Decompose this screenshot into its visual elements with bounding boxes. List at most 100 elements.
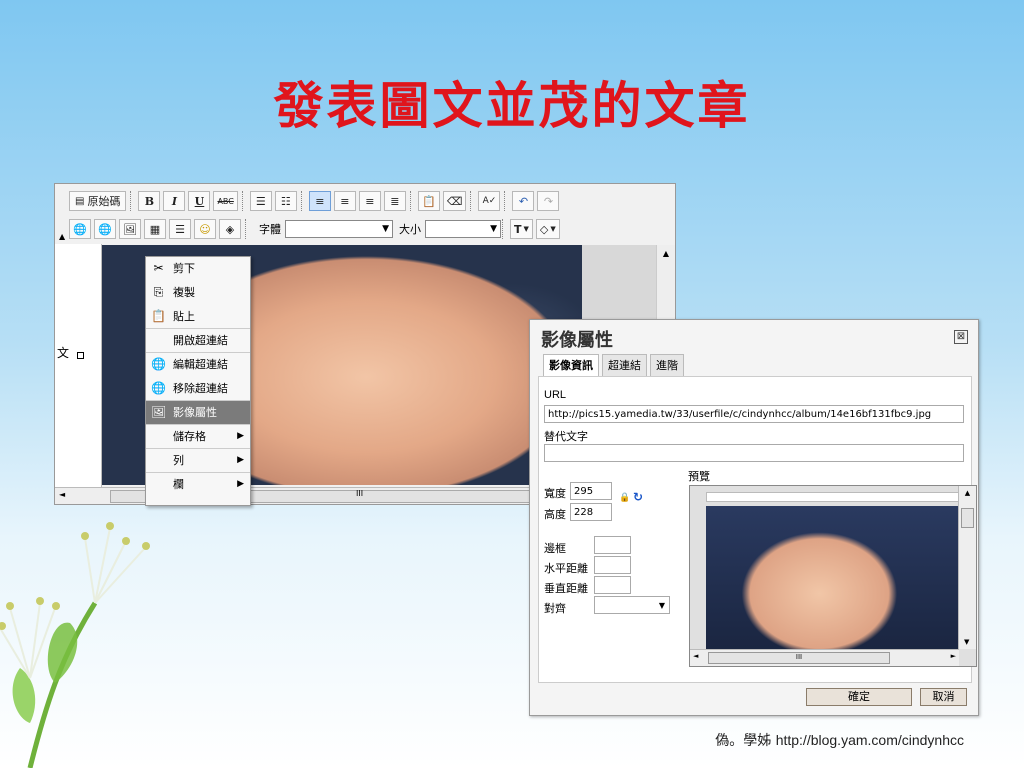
submenu-arrow-icon: ▶ xyxy=(237,455,244,465)
cancel-button[interactable]: 取消 xyxy=(920,688,967,706)
horizontal-rule-icon[interactable]: ☰ xyxy=(169,219,191,239)
chevron-down-icon: ▼ xyxy=(523,225,529,233)
menu-item-image-properties[interactable]: 🖼 影像屬性 xyxy=(146,401,250,425)
resize-handle[interactable] xyxy=(77,352,84,359)
height-label: 高度 xyxy=(544,508,566,521)
submenu-arrow-icon: ▶ xyxy=(237,431,244,441)
element-path-rail: 文 xyxy=(55,244,102,487)
undo-icon[interactable]: ↶ xyxy=(512,191,535,211)
underline-button[interactable]: U xyxy=(188,191,211,211)
table-icon[interactable]: ▦ xyxy=(144,219,166,239)
smiley-icon[interactable]: ☺ xyxy=(194,219,216,239)
height-field[interactable]: 228 xyxy=(570,503,612,521)
image-icon: 🖼 xyxy=(151,405,167,419)
url-field[interactable]: http://pics15.yamedia.tw/33/userfile/c/c… xyxy=(544,405,964,423)
unordered-list-icon[interactable]: ☷ xyxy=(274,191,297,211)
font-select[interactable]: ▼ xyxy=(285,220,393,238)
slide-footer: 偽。學姊 http://blog.yam.com/cindynhcc xyxy=(715,730,964,750)
lock-icon[interactable]: 🔒 xyxy=(619,493,630,503)
reset-size-icon[interactable]: ↻ xyxy=(633,490,643,504)
menu-item-cell[interactable]: 儲存格 ▶ xyxy=(146,425,250,449)
scroll-thumb[interactable]: III xyxy=(708,652,890,664)
slide-title: 發表圖文並茂的文章 xyxy=(273,76,751,135)
footer-url[interactable]: http://blog.yam.com/cindynhcc xyxy=(776,732,964,748)
align-left-icon[interactable]: ≡ xyxy=(308,191,331,211)
border-field[interactable] xyxy=(594,536,631,554)
scroll-down-icon[interactable]: ▼ xyxy=(964,638,969,646)
menu-item-open-link[interactable]: 開啟超連結 xyxy=(146,329,250,353)
scroll-left-icon[interactable]: ◄ xyxy=(693,652,698,660)
vspace-label: 垂直距離 xyxy=(544,582,588,595)
globe-unlink-icon: 🌐 xyxy=(151,381,166,395)
menu-item-cut[interactable]: ✂ 剪下 xyxy=(146,257,250,281)
scroll-up-icon[interactable]: ▲ xyxy=(657,249,675,258)
rail-char: 文 xyxy=(57,346,70,360)
chevron-down-icon: ▼ xyxy=(658,601,665,610)
menu-item-label: 移除超連結 xyxy=(173,382,228,395)
size-select[interactable]: ▼ xyxy=(425,220,501,238)
toolbar-separator xyxy=(300,191,305,211)
menu-item-label: 儲存格 xyxy=(173,430,206,443)
menu-item-remove-link[interactable]: 🌐 移除超連結 xyxy=(146,377,250,401)
source-button[interactable]: ▤ 原始碼 xyxy=(69,191,127,211)
menu-item-paste[interactable]: 📋 貼上 xyxy=(146,305,250,329)
width-field[interactable]: 295 xyxy=(570,482,612,500)
toolbar-separator xyxy=(504,191,508,211)
tab-advanced[interactable]: 進階 xyxy=(650,354,684,377)
menu-item-copy[interactable]: ⎘ 複製 xyxy=(146,281,250,305)
text-color-button[interactable]: T ▼ xyxy=(510,219,533,239)
strikethrough-button[interactable]: ABC xyxy=(213,191,238,211)
menu-item-edit-link[interactable]: 🌐 編輯超連結 xyxy=(146,353,250,377)
ordered-list-icon[interactable]: ☰ xyxy=(249,191,272,211)
paste-word-icon[interactable]: 📋 xyxy=(417,191,440,211)
toolbar-separator xyxy=(502,219,506,239)
toolbar-separator xyxy=(470,191,474,211)
menu-item-label: 複製 xyxy=(173,286,195,299)
toolbar-separator xyxy=(130,191,134,211)
image-icon[interactable]: 🖼 xyxy=(119,219,141,239)
vspace-field[interactable] xyxy=(594,576,631,594)
close-icon[interactable]: ⊠ xyxy=(954,330,968,344)
align-select[interactable]: ▼ xyxy=(594,596,670,614)
menu-item-column[interactable]: 欄 ▶ xyxy=(146,473,250,497)
scroll-thumb[interactable] xyxy=(961,508,974,528)
preview-vertical-scrollbar[interactable]: ▲ ▼ xyxy=(958,486,976,649)
bold-button[interactable]: B xyxy=(138,191,161,211)
dialog-title: 影像屬性 xyxy=(541,330,613,351)
scroll-right-icon[interactable]: ► xyxy=(951,652,956,660)
menu-item-row[interactable]: 列 ▶ xyxy=(146,449,250,473)
align-center-icon[interactable]: ≡ xyxy=(333,191,356,211)
scroll-left-icon[interactable]: ◄ xyxy=(59,490,65,499)
align-right-icon[interactable]: ≡ xyxy=(358,191,381,211)
scroll-grip: III xyxy=(795,653,803,661)
size-label: 大小 xyxy=(399,223,421,236)
dialog-tabs: 影像資訊 超連結 進階 xyxy=(543,354,687,377)
alt-text-field[interactable] xyxy=(544,444,964,462)
redo-icon[interactable]: ↷ xyxy=(537,191,560,211)
scroll-up-icon[interactable]: ▲ xyxy=(959,489,976,497)
submenu-arrow-icon: ▶ xyxy=(237,479,244,489)
special-char-icon[interactable]: ◈ xyxy=(219,219,241,239)
source-icon: ▤ xyxy=(75,195,85,207)
preview-horizontal-scrollbar[interactable]: ◄ III ► xyxy=(690,649,959,666)
spellcheck-icon[interactable]: A✓ xyxy=(478,191,501,211)
border-label: 邊框 xyxy=(544,542,566,555)
toolbar-row-2: 🌐 🌐 🖼 ▦ ☰ ☺ ◈ 字體 ▼ 大小 ▼ T ▼ ◇ ▼ xyxy=(69,217,563,241)
globe-link-icon[interactable]: 🌐 xyxy=(69,219,91,239)
collapse-toolbar-icon[interactable]: ▲ xyxy=(59,232,65,241)
menu-item-label: 列 xyxy=(173,454,184,467)
align-justify-icon[interactable]: ≣ xyxy=(383,191,406,211)
italic-button[interactable]: I xyxy=(163,191,186,211)
context-menu: ✂ 剪下 ⎘ 複製 📋 貼上 開啟超連結 🌐 編輯超連結 🌐 移除超連結 🖼 影像屬性 儲存… xyxy=(145,256,251,506)
bg-color-button[interactable]: ◇ ▼ xyxy=(535,219,560,239)
hspace-field[interactable] xyxy=(594,556,631,574)
globe-link-icon: 🌐 xyxy=(151,357,166,371)
tab-link[interactable]: 超連結 xyxy=(602,354,647,377)
source-label: 原始碼 xyxy=(87,195,121,208)
eraser-icon[interactable]: ⌫ xyxy=(442,191,467,211)
globe-unlink-icon[interactable]: 🌐 xyxy=(94,219,116,239)
ok-button[interactable]: 確定 xyxy=(806,688,912,706)
hspace-label: 水平距離 xyxy=(544,562,588,575)
tab-image-info[interactable]: 影像資訊 xyxy=(543,354,599,377)
width-label: 寬度 xyxy=(544,487,566,500)
